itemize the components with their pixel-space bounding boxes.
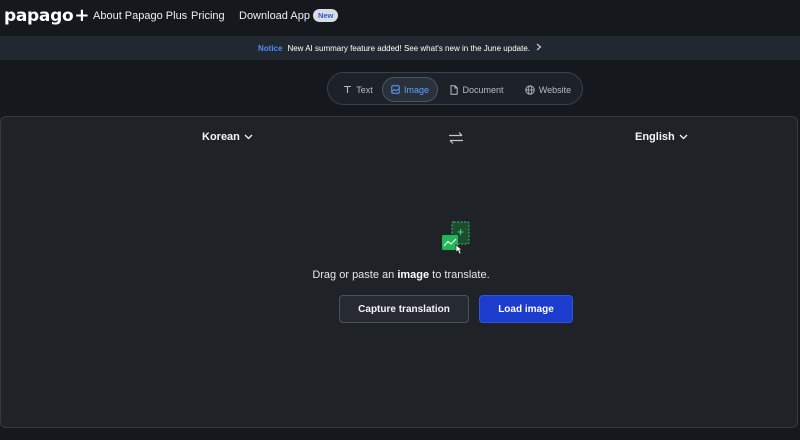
tab-document[interactable]: Document bbox=[442, 77, 512, 102]
hint-bold: image bbox=[397, 269, 430, 281]
translation-panel: Korean English Drag or paste an image to… bbox=[0, 116, 798, 428]
top-navigation: papago + About Papago Plus Pricing Downlo… bbox=[0, 0, 800, 34]
nav-download-app-label: Download App bbox=[239, 10, 310, 22]
tab-document-label: Document bbox=[462, 84, 504, 95]
nav-pricing[interactable]: Pricing bbox=[191, 9, 225, 23]
chevron-down-icon bbox=[244, 134, 253, 140]
globe-icon bbox=[525, 84, 535, 95]
image-icon bbox=[391, 85, 400, 94]
source-language-label: Korean bbox=[202, 131, 240, 143]
new-badge: New bbox=[312, 9, 339, 22]
drag-paste-hint: Drag or paste an image to translate. bbox=[1, 269, 800, 281]
chevron-down-icon bbox=[679, 134, 688, 140]
nav-about-papago-plus[interactable]: About Papago Plus bbox=[93, 9, 187, 23]
tab-text-label: Text bbox=[356, 84, 373, 95]
nav-download-app[interactable]: Download App New bbox=[239, 9, 339, 23]
notice-bar[interactable]: Notice New AI summary feature added! See… bbox=[0, 36, 800, 60]
tab-image-label: Image bbox=[403, 84, 429, 95]
logo-text: papago bbox=[4, 6, 74, 26]
target-language-label: English bbox=[635, 131, 675, 143]
tab-website-label: Website bbox=[538, 84, 572, 95]
swap-arrows-icon[interactable] bbox=[447, 131, 465, 145]
mode-tabs: Text Image Document Website bbox=[327, 72, 583, 105]
text-icon bbox=[343, 85, 352, 94]
tab-image[interactable]: Image bbox=[382, 77, 438, 102]
hint-prefix: Drag or paste an bbox=[312, 269, 398, 281]
source-language-select[interactable]: Korean bbox=[202, 131, 253, 143]
image-upload-icon bbox=[441, 221, 471, 255]
tab-website[interactable]: Website bbox=[518, 77, 578, 102]
document-icon bbox=[450, 84, 459, 95]
notice-message: New AI summary feature added! See what's… bbox=[287, 43, 530, 53]
load-image-button[interactable]: Load image bbox=[479, 295, 573, 323]
notice-label: Notice bbox=[257, 43, 283, 53]
target-language-select[interactable]: English bbox=[635, 131, 688, 143]
logo-plus: + bbox=[74, 5, 90, 26]
tab-text[interactable]: Text bbox=[334, 77, 382, 102]
chevron-right-icon bbox=[536, 43, 542, 53]
papago-logo[interactable]: papago + bbox=[4, 5, 90, 27]
capture-translation-button[interactable]: Capture translation bbox=[339, 295, 469, 323]
hint-suffix: to translate. bbox=[429, 269, 490, 281]
